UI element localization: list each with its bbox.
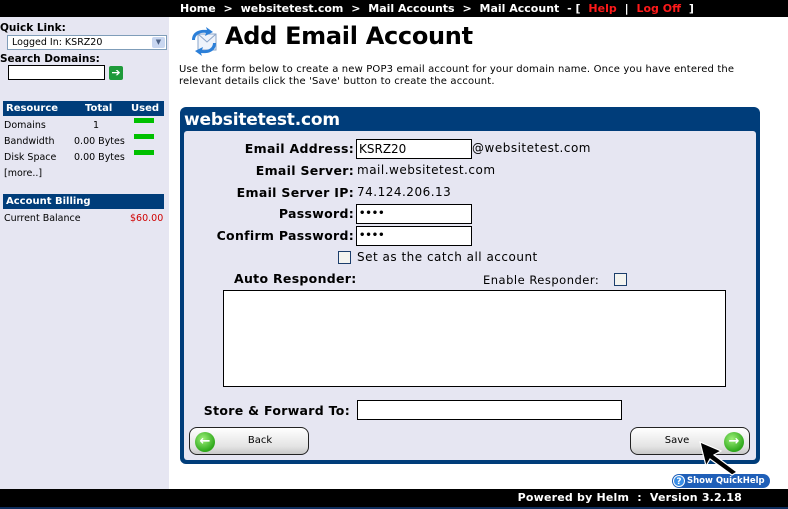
search-domains-input[interactable] bbox=[8, 65, 105, 80]
confirm-password-input[interactable]: •••• bbox=[356, 226, 472, 246]
breadcrumb: Home > websitetest.com > Mail Accounts >… bbox=[180, 0, 698, 17]
quick-link-select[interactable]: Logged In: KSRZ20 ▼ bbox=[7, 35, 167, 50]
more-link-text[interactable]: [more..] bbox=[4, 166, 42, 181]
enable-responder-label: Enable Responder: bbox=[483, 273, 600, 287]
resource-header: Resource bbox=[6, 103, 59, 114]
resource-name: Bandwidth bbox=[4, 136, 55, 147]
quick-link-selected-value: Logged In: KSRZ20 bbox=[12, 37, 103, 48]
total-header: Total bbox=[85, 103, 113, 114]
email-address-input[interactable]: KSRZ20 bbox=[356, 139, 472, 159]
show-quickhelp-button[interactable]: ? Show QuickHelp bbox=[672, 474, 770, 488]
email-server-label: Email Server: bbox=[255, 163, 354, 178]
quickhelp-label: Show QuickHelp bbox=[687, 476, 765, 486]
confirm-password-label: Confirm Password: bbox=[216, 228, 354, 243]
email-form-panel: websitetest.com Email Address: KSRZ20 @w… bbox=[180, 107, 760, 464]
auto-responder-label: Auto Responder: bbox=[234, 271, 357, 286]
breadcrumb-separator: > bbox=[223, 2, 233, 15]
breadcrumb-domain[interactable]: websitetest.com bbox=[241, 2, 344, 15]
log-off-link[interactable]: Log Off bbox=[636, 2, 681, 15]
form-body: Email Address: KSRZ20 @websitetest.com E… bbox=[184, 131, 756, 460]
account-billing-header: Account Billing bbox=[3, 194, 164, 209]
resource-row: Disk Space 0.00 Bytes bbox=[4, 150, 164, 165]
balance-value: $60.00 bbox=[130, 213, 164, 224]
email-server-ip-label: Email Server IP: bbox=[236, 185, 354, 200]
bracket-open: - [ bbox=[567, 2, 581, 15]
resource-row: Domains 1 bbox=[4, 118, 164, 133]
store-forward-input[interactable] bbox=[357, 400, 622, 420]
used-bar bbox=[134, 134, 154, 139]
auto-responder-textarea[interactable] bbox=[223, 290, 726, 387]
sidebar: Quick Link: Logged In: KSRZ20 ▼ Search D… bbox=[0, 17, 169, 489]
breadcrumb-current: Mail Account bbox=[479, 2, 560, 15]
top-navigation-bar: Home > websitetest.com > Mail Accounts >… bbox=[0, 0, 788, 17]
used-bar bbox=[134, 150, 154, 155]
store-forward-label: Store & Forward To: bbox=[203, 403, 350, 418]
account-billing-title: Account Billing bbox=[6, 196, 91, 207]
breadcrumb-mail-accounts[interactable]: Mail Accounts bbox=[368, 2, 454, 15]
enable-responder-checkbox[interactable] bbox=[614, 273, 627, 286]
used-bar bbox=[134, 118, 154, 123]
email-sync-icon bbox=[192, 27, 217, 56]
help-question-icon: ? bbox=[673, 475, 685, 487]
arrow-left-icon: ← bbox=[195, 432, 215, 452]
resource-name: Domains bbox=[4, 120, 46, 131]
balance-label: Current Balance bbox=[4, 213, 81, 224]
resource-total: 0.00 Bytes bbox=[74, 152, 125, 163]
intro-text: Use the form below to create a new POP3 … bbox=[179, 64, 735, 87]
back-button[interactable]: ← Back bbox=[189, 427, 309, 455]
search-domains-label: Search Domains: bbox=[0, 53, 100, 65]
help-link[interactable]: Help bbox=[588, 2, 616, 15]
chevron-down-icon[interactable]: ▼ bbox=[152, 37, 165, 48]
save-button[interactable]: Save → bbox=[630, 427, 750, 455]
breadcrumb-separator: > bbox=[462, 2, 472, 15]
back-button-label: Back bbox=[247, 435, 273, 446]
more-resources-link[interactable]: [more..] bbox=[4, 166, 164, 181]
footer-version-text: Powered by Helm : Version 3.2.18 bbox=[517, 491, 742, 504]
resource-table-header: Resource Total Used bbox=[3, 101, 164, 116]
bracket-close: ] bbox=[688, 2, 694, 15]
save-button-label: Save bbox=[664, 435, 690, 446]
email-address-label: Email Address: bbox=[244, 141, 354, 156]
used-header: Used bbox=[131, 103, 160, 114]
password-input[interactable]: •••• bbox=[356, 204, 472, 224]
resource-total: 0.00 Bytes bbox=[74, 136, 125, 147]
pipe-separator: | bbox=[624, 2, 629, 15]
email-server-value: mail.websitetest.com bbox=[357, 163, 496, 177]
arrow-right-icon[interactable]: ➔ bbox=[109, 66, 123, 80]
resource-row: Bandwidth 0.00 Bytes bbox=[4, 134, 164, 149]
breadcrumb-home[interactable]: Home bbox=[180, 2, 216, 15]
catch-all-checkbox[interactable] bbox=[338, 251, 351, 264]
breadcrumb-separator: > bbox=[351, 2, 361, 15]
balance-row: Current Balance $60.00 bbox=[4, 211, 164, 226]
catch-all-label: Set as the catch all account bbox=[357, 250, 538, 264]
email-domain-suffix: @websitetest.com bbox=[472, 141, 591, 155]
password-label: Password: bbox=[278, 206, 354, 221]
quick-link-label: Quick Link: bbox=[0, 22, 66, 34]
resource-total: 1 bbox=[93, 120, 100, 131]
email-server-ip-value: 74.124.206.13 bbox=[357, 185, 452, 199]
arrow-right-icon: → bbox=[724, 432, 744, 452]
resource-name: Disk Space bbox=[4, 152, 57, 163]
panel-domain-title: websitetest.com bbox=[184, 110, 340, 130]
footer-bar: Powered by Helm : Version 3.2.18 bbox=[0, 489, 788, 507]
page-title: Add Email Account bbox=[225, 22, 473, 50]
